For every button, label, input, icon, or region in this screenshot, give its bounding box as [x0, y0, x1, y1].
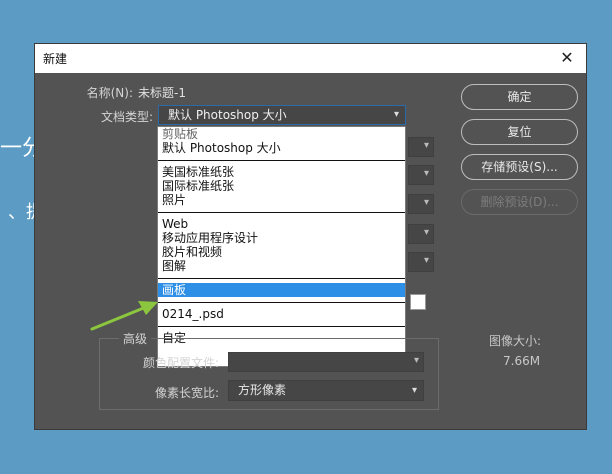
document-type-label: 文档类型: [100, 110, 153, 124]
name-field[interactable]: 未标题-1 [138, 84, 186, 101]
chevron-down-icon: ▾ [423, 197, 429, 208]
delete-preset-button[interactable]: 删除预设(D)... [461, 189, 578, 215]
document-type-value: 默认 Photoshop 大小 [168, 108, 287, 122]
save-preset-button[interactable]: 存储预设(S)... [461, 154, 578, 180]
color-mode-select[interactable]: ▾ [408, 224, 434, 244]
list-item[interactable]: 剪贴板 [158, 127, 405, 141]
image-size-value: 7.66M [503, 354, 541, 368]
resolution-unit-select[interactable]: ▾ [408, 194, 434, 214]
chevron-down-icon: ▾ [423, 227, 429, 238]
chevron-down-icon: ▾ [393, 109, 399, 120]
divider [158, 160, 405, 161]
name-label: 名称(N): [86, 86, 133, 100]
chevron-down-icon: ▾ [423, 168, 429, 179]
width-unit-select[interactable]: ▾ [408, 137, 434, 157]
new-document-dialog: 新建 ✕ 名称(N): 未标题-1 文档类型: 默认 Photoshop 大小 … [34, 43, 587, 430]
background-color-swatch[interactable] [410, 294, 426, 310]
list-item[interactable]: 美国标准纸张 [158, 165, 405, 179]
chevron-down-icon: ▾ [413, 355, 419, 366]
chevron-down-icon: ▾ [411, 385, 417, 396]
divider [158, 302, 405, 303]
pixel-aspect-value: 方形像素 [238, 383, 287, 397]
ok-button[interactable]: 确定 [461, 84, 578, 110]
bit-depth-select[interactable]: ▾ [408, 252, 434, 272]
pixel-aspect-label: 像素长宽比: [155, 386, 220, 400]
list-item-selected[interactable]: 画板 [158, 283, 405, 297]
list-item[interactable]: 国际标准纸张 [158, 179, 405, 193]
list-item[interactable]: 移动应用程序设计 [158, 231, 405, 245]
list-item[interactable]: 0214_.psd [158, 307, 405, 321]
list-item[interactable]: 胶片和视频 [158, 245, 405, 259]
divider [158, 326, 405, 327]
document-type-dropdown-list: 剪贴板 默认 Photoshop 大小 美国标准纸张 国际标准纸张 照片 Web… [157, 126, 406, 367]
dialog-title: 新建 [43, 52, 68, 66]
chevron-down-icon: ▾ [423, 255, 429, 266]
divider [158, 212, 405, 213]
list-item[interactable]: 默认 Photoshop 大小 [158, 141, 405, 155]
list-item[interactable]: 照片 [158, 193, 405, 207]
list-item[interactable]: 图解 [158, 259, 405, 273]
color-profile-select[interactable]: ▾ [228, 352, 424, 372]
dialog-titlebar: 新建 ✕ [35, 44, 586, 73]
document-type-select[interactable]: 默认 Photoshop 大小 ▾ [158, 105, 406, 125]
green-arrow-icon [90, 301, 158, 331]
color-profile-label: 颜色配置文件: [143, 356, 220, 370]
reset-button[interactable]: 复位 [461, 119, 578, 145]
pixel-aspect-select[interactable]: 方形像素 ▾ [228, 380, 424, 401]
divider [158, 278, 405, 279]
chevron-down-icon: ▾ [423, 140, 429, 151]
list-item[interactable]: Web [158, 217, 405, 231]
close-icon[interactable]: ✕ [558, 49, 576, 67]
height-unit-select[interactable]: ▾ [408, 165, 434, 185]
image-size-label: 图像大小: [489, 334, 542, 348]
